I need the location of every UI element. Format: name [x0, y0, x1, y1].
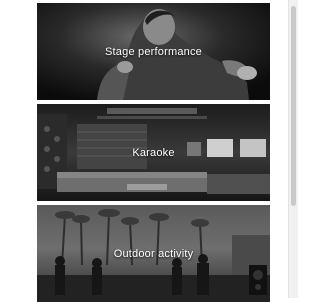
category-list: Stage performance Karaoke Outdoor activi… — [37, 3, 270, 302]
scrollbar-thumb[interactable] — [291, 6, 296, 206]
vertical-scrollbar[interactable] — [288, 0, 298, 298]
category-card-karaoke[interactable]: Karaoke — [37, 104, 270, 201]
card-label: Karaoke — [132, 146, 175, 159]
card-label: Stage performance — [105, 45, 202, 58]
card-label: Outdoor activity — [113, 247, 194, 260]
gallery-page: Stage performance Karaoke Outdoor activi… — [0, 0, 298, 302]
category-card-outdoor-activity[interactable]: Outdoor activity — [37, 205, 270, 302]
category-card-stage-performance[interactable]: Stage performance — [37, 3, 270, 100]
